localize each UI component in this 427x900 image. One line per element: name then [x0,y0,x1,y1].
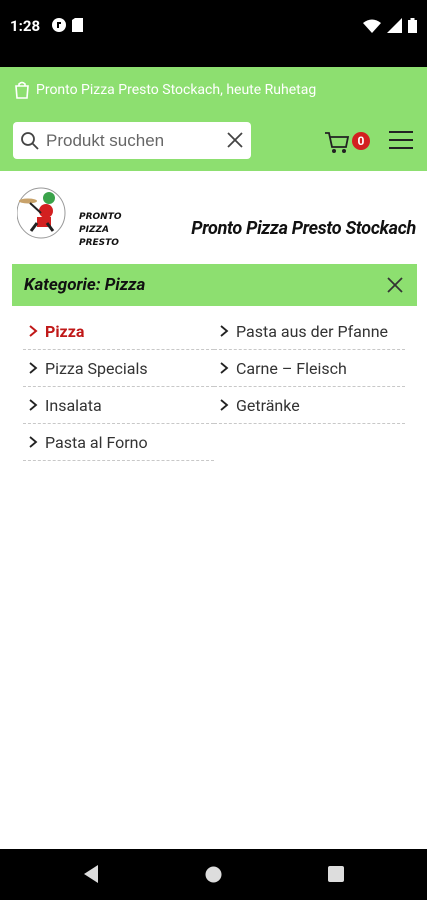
logo-line-2: PIZZA [79,225,109,235]
category-item-getraenke[interactable]: Getränke [214,387,405,424]
app-header: Pronto Pizza Presto Stockach, heute Ruhe… [0,67,427,171]
chevron-right-icon [220,325,229,337]
clear-search-icon[interactable] [225,130,245,150]
logo-wordmark: PRONTO PIZZA PRESTO [79,211,122,250]
status-time: 1:28 [10,17,41,35]
category-title: Kategorie: Pizza [24,275,146,295]
category-item-label: Pizza Specials [45,358,148,378]
category-item-pizza-specials[interactable]: Pizza Specials [23,350,214,387]
back-icon[interactable] [82,864,100,884]
hamburger-menu-icon[interactable] [389,131,415,153]
recents-icon[interactable] [328,866,344,882]
cart-icon [325,132,350,153]
chevron-right-icon [220,362,229,374]
chevron-right-icon [29,399,38,411]
closed-notice-text: Pronto Pizza Presto Stockach, heute Ruhe… [36,82,317,98]
category-item-label: Pizza [45,321,85,341]
system-nav-bar [0,849,427,900]
category-item-carne[interactable]: Carne – Fleisch [214,350,405,387]
close-icon[interactable] [387,277,403,293]
restaurant-name: Pronto Pizza Presto Stockach [191,218,416,239]
category-item-insalata[interactable]: Insalata [23,387,214,424]
brand-section: PRONTO PIZZA PRESTO Pronto Pizza Presto … [0,171,427,263]
search-input[interactable] [46,130,216,151]
logo-line-3: PRESTO [79,238,119,248]
chevron-right-icon [29,362,38,374]
category-item-pasta-forno[interactable]: Pasta al Forno [23,424,214,461]
sim-card-icon [72,18,83,32]
logo-line-1: PRONTO [79,212,122,222]
category-item-label: Carne – Fleisch [236,358,347,378]
category-item-pasta-pfanne[interactable]: Pasta aus der Pfanne [214,313,405,350]
restaurant-logo[interactable]: PRONTO PIZZA PRESTO [17,187,122,248]
search-field[interactable] [13,122,251,159]
cart-count-badge: 0 [352,132,370,150]
chevron-right-icon [29,325,38,337]
bag-icon [15,81,29,99]
wifi-icon [363,19,381,33]
notification-app-icon [52,18,66,32]
closed-notice: Pronto Pizza Presto Stockach, heute Ruhe… [14,81,316,99]
search-icon [21,131,39,150]
category-item-label: Insalata [45,395,102,415]
category-item-label: Pasta aus der Pfanne [236,321,389,341]
chevron-right-icon [220,399,229,411]
battery-icon [408,18,417,33]
cart-button[interactable]: 0 [324,130,374,156]
status-bar: 1:28 [0,0,427,67]
chevron-right-icon [29,436,38,448]
category-item-label: Pasta al Forno [45,432,148,452]
category-item-label: Getränke [236,395,300,415]
home-icon[interactable] [205,866,222,883]
chef-logo-icon [17,187,66,239]
signal-icon [387,18,402,33]
category-item-pizza[interactable]: Pizza [23,313,214,350]
category-header: Kategorie: Pizza [12,264,417,306]
